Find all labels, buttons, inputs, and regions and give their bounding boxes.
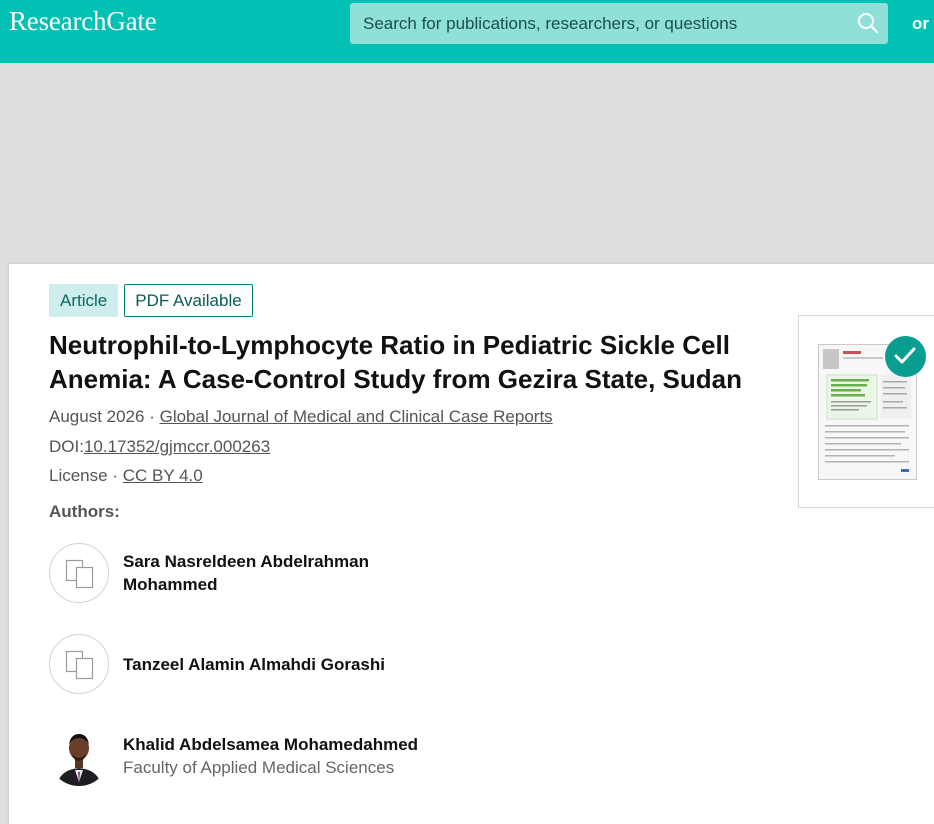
author-name[interactable]: Tanzeel Alamin Almahdi Gorashi [123, 653, 385, 676]
publication-badges: Article PDF Available [49, 284, 253, 317]
author-item[interactable]: Sara Nasreldeen Abdelrahman Mohammed [49, 543, 393, 603]
author-item[interactable]: Tanzeel Alamin Almahdi Gorashi [49, 634, 385, 694]
checkmark-icon [885, 336, 926, 377]
author-name[interactable]: Khalid Abdelsamea Mohamedahmed [123, 733, 418, 756]
author-photo[interactable] [49, 726, 109, 786]
doi-label: DOI: [49, 437, 84, 456]
pdf-available-badge: PDF Available [124, 284, 253, 317]
author-avatar[interactable] [49, 543, 109, 603]
search-icon[interactable] [856, 11, 880, 35]
license-link[interactable]: CC BY 4.0 [123, 466, 203, 485]
publication-title: Neutrophil-to-Lymphocyte Ratio in Pediat… [49, 330, 742, 394]
search-box[interactable] [350, 3, 888, 44]
doi-line: DOI:10.17352/gjmccr.000263 [49, 437, 270, 457]
journal-link[interactable]: Global Journal of Medical and Clinical C… [160, 407, 553, 426]
separator-dot: · [112, 466, 123, 485]
author-avatar[interactable] [49, 634, 109, 694]
author-affiliation: Faculty of Applied Medical Sciences [123, 758, 395, 777]
publication-date: August 2026 [49, 407, 145, 426]
publication-date-line: August 2026 · Global Journal of Medical … [49, 407, 553, 427]
article-badge: Article [49, 284, 119, 317]
or-text: or [912, 14, 929, 33]
author-photo-image [49, 726, 109, 786]
top-navigation-bar: ResearchGate or [0, 0, 934, 63]
separator-dot: · [149, 407, 160, 426]
search-input[interactable] [350, 3, 840, 44]
author-name[interactable]: Sara Nasreldeen Abdelrahman Mohammed [123, 550, 393, 596]
pdf-thumbnail[interactable] [798, 315, 934, 508]
placeholder-avatar-icon [65, 559, 94, 589]
license-line: License · CC BY 4.0 [49, 466, 203, 486]
license-label: License [49, 466, 108, 485]
publication-card: Article PDF Available Neutrophil-to-Lymp… [9, 264, 934, 824]
researchgate-logo[interactable]: ResearchGate [9, 6, 157, 37]
authors-heading: Authors: [49, 502, 120, 521]
doi-link[interactable]: 10.17352/gjmccr.000263 [84, 437, 270, 456]
placeholder-avatar-icon [65, 650, 94, 680]
author-item[interactable]: Khalid Abdelsamea Mohamedahmed Faculty o… [49, 726, 418, 786]
